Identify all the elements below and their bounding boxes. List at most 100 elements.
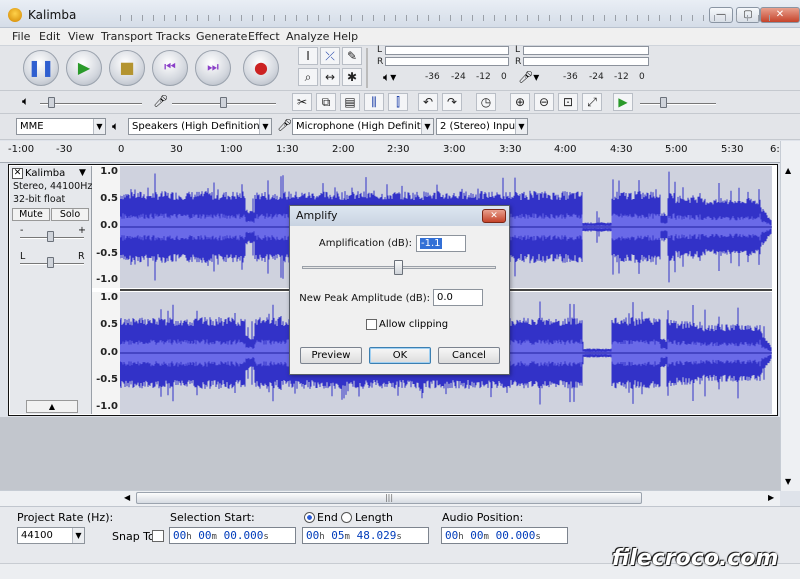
stop-button[interactable]: ■ — [109, 50, 145, 86]
project-rate-select[interactable]: 44100 ▼ — [17, 527, 85, 544]
dialog-close-button[interactable]: ✕ — [482, 209, 506, 223]
ok-button[interactable]: OK — [369, 347, 431, 364]
zoom-out-icon[interactable]: ⊖ — [534, 93, 554, 111]
audio-position-field[interactable]: 00h 00m 00.000s — [441, 527, 568, 544]
watermark-text: filecroco.com — [612, 546, 779, 571]
snap-to-checkbox[interactable] — [152, 530, 164, 542]
zoom-tool-icon[interactable]: ⌕ — [298, 68, 318, 86]
output-device-select[interactable]: Speakers (High Definition Audio▼ — [128, 118, 272, 135]
fit-selection-icon[interactable]: ⊡ — [558, 93, 578, 111]
fit-project-icon[interactable]: ⤢ — [582, 93, 602, 111]
menu-file[interactable]: File — [12, 30, 30, 43]
toolbar-grip[interactable] — [366, 48, 368, 88]
audio-position-label: Audio Position: — [442, 511, 524, 524]
menu-effect[interactable]: Effect — [248, 30, 280, 43]
redo-icon[interactable]: ↷ — [442, 93, 462, 111]
end-radio[interactable] — [304, 512, 315, 523]
playback-meter-right[interactable] — [385, 57, 509, 66]
timeshift-tool-icon[interactable]: ↔ — [320, 68, 340, 86]
play-speed-thumb[interactable] — [660, 97, 667, 108]
play-button[interactable]: ▶ — [66, 50, 102, 86]
allow-clipping-checkbox[interactable] — [366, 319, 377, 330]
multi-tool-icon[interactable]: ✱ — [342, 68, 362, 86]
record-volume-thumb[interactable] — [220, 97, 227, 108]
horizontal-scroll-thumb[interactable]: ||| — [136, 492, 642, 504]
playback-meter-scale: -36 -24 -12 0 — [425, 72, 507, 82]
audio-host-select[interactable]: MME ▼ — [16, 118, 106, 135]
rec-meter-right-label: R — [515, 57, 522, 67]
microphone-volume-icon: 🎤︎ — [153, 94, 169, 108]
play-speed-slider[interactable] — [640, 103, 716, 105]
playback-volume-slider[interactable] — [40, 103, 142, 105]
track-close-icon[interactable]: ✕ — [12, 168, 23, 179]
ruler-tick-marks — [120, 15, 770, 21]
cut-icon[interactable]: ✂ — [292, 93, 312, 111]
gain-plus-label: + — [78, 225, 86, 236]
title-bar — [0, 0, 800, 28]
allow-clipping-label: Allow clipping — [379, 319, 449, 330]
track-name-menu[interactable]: Kalimba ▼ — [25, 168, 90, 179]
sync-lock-icon[interactable]: ◷ — [476, 93, 496, 111]
length-label: Length — [355, 511, 393, 524]
end-label: End — [317, 511, 338, 524]
copy-icon[interactable]: ⧉ — [316, 93, 336, 111]
paste-icon[interactable]: ▤ — [340, 93, 360, 111]
speaker-meter-icon[interactable]: 🔈︎▾ — [383, 70, 396, 85]
meter-right-label: R — [377, 57, 384, 67]
menu-edit[interactable]: Edit — [39, 30, 60, 43]
track-gain-thumb[interactable] — [47, 231, 54, 242]
timeline-ruler[interactable]: -1:00 -30 0 30 1:00 1:30 2:00 2:30 3:00 … — [0, 141, 800, 163]
empty-track-area[interactable] — [0, 417, 780, 490]
window-title: Kalimba — [28, 8, 77, 22]
snap-to-label: Snap To — [112, 530, 155, 543]
scroll-up-icon[interactable]: ▲ — [785, 166, 791, 175]
selection-tool-icon[interactable]: I — [298, 47, 318, 65]
left-channel-scale: 1.0 0.5 0.0 -0.5 -1.0 — [92, 166, 120, 288]
vertical-scrollbar[interactable] — [780, 141, 800, 491]
gain-minus-label: - — [20, 225, 24, 236]
menu-analyze[interactable]: Analyze — [286, 30, 329, 43]
play-at-speed-icon[interactable]: ▶ — [613, 93, 633, 111]
amplification-slider-thumb[interactable] — [394, 260, 403, 275]
track-pan-thumb[interactable] — [47, 257, 54, 268]
pause-button[interactable]: ❚❚ — [23, 50, 59, 86]
amplification-input[interactable]: -1.1 — [416, 235, 466, 252]
rec-meter-left-label: L — [515, 45, 521, 55]
solo-button[interactable]: Solo — [51, 208, 89, 221]
playback-volume-thumb[interactable] — [48, 97, 55, 108]
undo-icon[interactable]: ↶ — [418, 93, 438, 111]
silence-icon[interactable]: ⫿ — [388, 93, 408, 111]
trim-icon[interactable]: ⫼ — [364, 93, 384, 111]
scroll-right-icon[interactable]: ▶ — [768, 493, 774, 502]
scroll-down-icon[interactable]: ▼ — [785, 477, 791, 486]
zoom-in-icon[interactable]: ⊕ — [510, 93, 530, 111]
draw-tool-icon[interactable]: ✎ — [342, 47, 362, 65]
record-button[interactable]: ● — [243, 50, 279, 86]
selection-end-field[interactable]: 00h 05m 48.029s — [302, 527, 429, 544]
selection-start-label: Selection Start: — [170, 511, 255, 524]
record-meter-left[interactable] — [523, 46, 649, 55]
record-meter-right[interactable] — [523, 57, 649, 66]
menu-generate[interactable]: Generate — [196, 30, 247, 43]
preview-button[interactable]: Preview — [300, 347, 362, 364]
amplify-dialog: Amplify ✕ Amplification (dB): -1.1 New P… — [289, 205, 510, 375]
length-radio[interactable] — [341, 512, 352, 523]
collapse-track-icon[interactable]: ▲ — [26, 400, 78, 413]
microphone-meter-icon[interactable]: 🎤︎▾ — [518, 70, 539, 84]
input-device-select[interactable]: Microphone (High Definition Au▼ — [292, 118, 434, 135]
new-peak-input[interactable]: 0.0 — [433, 289, 483, 306]
selection-start-field[interactable]: 00h 00m 00.000s — [169, 527, 296, 544]
menu-view[interactable]: View — [68, 30, 94, 43]
scroll-left-icon[interactable]: ◀ — [124, 493, 130, 502]
skip-start-button[interactable]: ⏮ — [152, 50, 188, 86]
menu-help[interactable]: Help — [333, 30, 358, 43]
cancel-button[interactable]: Cancel — [438, 347, 500, 364]
envelope-tool-icon[interactable]: ⤫ — [320, 47, 340, 65]
mute-button[interactable]: Mute — [12, 208, 50, 221]
playback-meter-left[interactable] — [385, 46, 509, 55]
input-channels-select[interactable]: 2 (Stereo) Input C ▼ — [436, 118, 528, 135]
skip-end-button[interactable]: ⏭ — [195, 50, 231, 86]
menu-tracks[interactable]: Tracks — [156, 30, 191, 43]
menu-transport[interactable]: Transport — [101, 30, 153, 43]
meter-left-label: L — [377, 45, 383, 55]
